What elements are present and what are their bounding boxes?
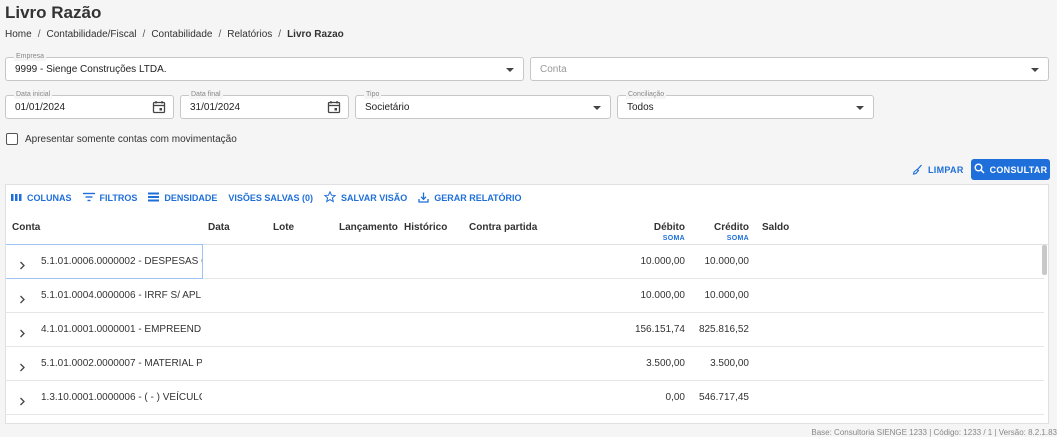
chevron-down-icon xyxy=(856,106,864,110)
cell-conta[interactable]: 5.1.01.0002.0000007 - MATERIAL P/ U xyxy=(6,347,202,380)
visoes-salvas-label: VISÕES SALVAS (0) xyxy=(228,193,314,203)
consultar-label: CONSULTAR xyxy=(989,164,1048,175)
data-final-field[interactable]: Data final 31/01/2024 xyxy=(180,90,349,119)
col-credito[interactable]: Crédito SOMA xyxy=(659,222,749,242)
col-lote[interactable]: Lote xyxy=(273,222,294,233)
table-row[interactable]: 5.1.01.0006.0000002 - DESPESAS C/ E 10.00… xyxy=(6,244,1044,279)
cell-conta[interactable]: 1.3.10.0001.0000006 - ( - ) VEÍCULOS xyxy=(6,381,202,414)
table-header: Conta Data Lote Lançamento Histórico Con… xyxy=(6,212,1048,245)
cell-credito: 3.500,00 xyxy=(710,358,749,369)
salvar-visao-button[interactable]: SALVAR VISÃO xyxy=(323,190,408,205)
vertical-scrollbar[interactable] xyxy=(1042,245,1047,275)
download-icon xyxy=(418,192,429,205)
consultar-button[interactable]: CONSULTAR xyxy=(971,159,1050,180)
breadcrumb: Home / Contabilidade/Fiscal / Contabilidade /… xyxy=(5,29,344,40)
empresa-value: 9999 - Sienge Construções LTDA. xyxy=(15,64,167,75)
ledger-grid: COLUNAS FILTROS DENSIDADE VISÕES SALVAS … xyxy=(5,184,1049,424)
credito-sum-label: SOMA xyxy=(726,235,749,242)
chevron-right-icon[interactable] xyxy=(18,325,26,343)
table-row[interactable]: 5.1.01.0004.0000006 - IRRF S/ APLICA 10.0… xyxy=(6,279,1044,313)
conciliacao-value: Todos xyxy=(627,102,654,113)
breadcrumb-current: Livro Razao xyxy=(287,29,344,40)
chevron-down-icon xyxy=(593,106,601,110)
page-title: Livro Razão xyxy=(5,3,102,22)
conciliacao-select[interactable]: Conciliação Todos xyxy=(617,90,874,119)
chevron-right-icon[interactable] xyxy=(18,393,26,411)
only-movement-label: Apresentar somente contas com movimentaç… xyxy=(25,133,237,145)
col-credito-label: Crédito xyxy=(714,222,749,233)
col-saldo[interactable]: Saldo xyxy=(762,222,789,233)
colunas-label: COLUNAS xyxy=(27,193,72,203)
calendar-icon[interactable] xyxy=(152,100,166,119)
col-lancamento[interactable]: Lançamento xyxy=(339,222,398,233)
conta-text: 5.1.01.0006.0000002 - DESPESAS C/ E xyxy=(41,256,202,267)
columns-icon xyxy=(11,193,22,204)
only-movement-checkbox[interactable] xyxy=(6,133,18,145)
colunas-button[interactable]: COLUNAS xyxy=(11,193,72,204)
cell-conta[interactable]: 4.1.01.0001.0000001 - EMPREENDIME xyxy=(6,313,202,346)
cell-credito: 10.000,00 xyxy=(704,290,750,301)
col-contra-partida[interactable]: Contra partida xyxy=(469,222,537,233)
filtros-label: FILTROS xyxy=(99,193,138,203)
broom-icon xyxy=(912,164,923,177)
col-conta[interactable]: Conta xyxy=(12,222,40,233)
tipo-label: Tipo xyxy=(364,90,382,99)
conta-text: 5.1.01.0004.0000006 - IRRF S/ APLICA xyxy=(41,290,202,301)
salvar-visao-label: SALVAR VISÃO xyxy=(341,193,408,203)
densidade-label: DENSIDADE xyxy=(164,193,218,203)
tipo-value: Societário xyxy=(365,102,410,113)
chevron-down-icon xyxy=(506,68,514,72)
gerar-relatorio-label: GERAR RELATÓRIO xyxy=(434,193,522,203)
visoes-salvas-button[interactable]: VISÕES SALVAS (0) xyxy=(228,193,313,203)
breadcrumb-home[interactable]: Home xyxy=(5,29,32,40)
search-icon xyxy=(974,163,985,176)
data-final-label: Data final xyxy=(189,90,223,99)
conciliacao-label: Conciliação xyxy=(626,90,667,99)
empresa-select[interactable]: Empresa 9999 - Sienge Construções LTDA. xyxy=(5,52,524,81)
limpar-button[interactable]: LIMPAR xyxy=(907,160,969,180)
col-data[interactable]: Data xyxy=(208,222,230,233)
calendar-icon[interactable] xyxy=(327,100,341,119)
data-inicial-value: 01/01/2024 xyxy=(15,102,66,113)
conta-select[interactable]: Conta xyxy=(530,57,1049,81)
data-final-value: 31/01/2024 xyxy=(190,102,241,113)
breadcrumb-contabilidade[interactable]: Contabilidade xyxy=(151,29,212,40)
cell-conta[interactable]: 5.1.01.0006.0000002 - DESPESAS C/ E xyxy=(6,244,203,279)
table-row[interactable]: 4.1.01.0001.0000001 - EMPREENDIME 156.151… xyxy=(6,313,1044,347)
data-inicial-field[interactable]: Data inicial 01/01/2024 xyxy=(5,90,174,119)
cell-credito: 10.000,00 xyxy=(704,256,750,267)
chevron-right-icon[interactable] xyxy=(18,257,26,275)
chevron-right-icon[interactable] xyxy=(18,291,26,309)
grid-toolbar: COLUNAS FILTROS DENSIDADE VISÕES SALVAS … xyxy=(6,185,1048,211)
breadcrumb-contabilidade-fiscal[interactable]: Contabilidade/Fiscal xyxy=(46,29,136,40)
cell-credito: 546.717,45 xyxy=(698,392,749,403)
filtros-button[interactable]: FILTROS xyxy=(82,192,138,204)
only-movement-option[interactable]: Apresentar somente contas com movimentaç… xyxy=(6,133,237,145)
gerar-relatorio-button[interactable]: GERAR RELATÓRIO xyxy=(418,192,522,205)
chevron-down-icon xyxy=(1031,68,1039,72)
star-icon xyxy=(323,190,337,205)
conta-placeholder: Conta xyxy=(540,64,567,75)
tipo-select[interactable]: Tipo Societário xyxy=(355,90,611,119)
conta-text: 1.3.10.0001.0000006 - ( - ) VEÍCULOS xyxy=(41,392,202,403)
density-icon xyxy=(148,192,160,204)
footer-info: Base: Consultoria SIENGE 1233 | Código: … xyxy=(811,428,1057,437)
table-row[interactable]: 5.1.01.0002.0000007 - MATERIAL P/ U 3.500… xyxy=(6,347,1044,381)
col-historico[interactable]: Histórico xyxy=(404,222,447,233)
cell-conta[interactable]: 5.1.01.0004.0000006 - IRRF S/ APLICA xyxy=(6,279,202,312)
cell-credito: 825.816,52 xyxy=(698,324,749,335)
conta-text: 5.1.01.0002.0000007 - MATERIAL P/ U xyxy=(41,358,202,369)
conta-text: 4.1.01.0001.0000001 - EMPREENDIME xyxy=(41,324,202,335)
table-row[interactable]: 1.3.10.0001.0000006 - ( - ) VEÍCULOS 0,00… xyxy=(6,381,1044,415)
filter-icon xyxy=(82,192,95,204)
data-inicial-label: Data inicial xyxy=(14,90,53,99)
breadcrumb-relatorios[interactable]: Relatórios xyxy=(227,29,272,40)
empresa-label: Empresa xyxy=(14,52,47,61)
limpar-label: LIMPAR xyxy=(928,165,964,175)
densidade-button[interactable]: DENSIDADE xyxy=(148,192,217,204)
chevron-right-icon[interactable] xyxy=(18,359,26,377)
